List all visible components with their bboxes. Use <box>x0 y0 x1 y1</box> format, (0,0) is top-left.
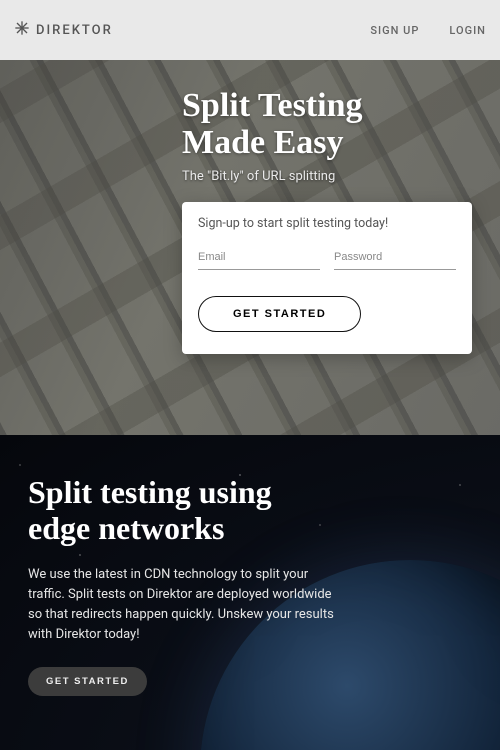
brand-name: DIREKTOR <box>36 23 113 38</box>
email-field[interactable] <box>198 247 320 270</box>
hero-title-line2: Made Easy <box>182 124 344 161</box>
edge-section: Split testing using edge networks We use… <box>0 435 500 750</box>
signup-fields <box>198 245 456 270</box>
hero-content: Split Testing Made Easy The "Bit.ly" of … <box>0 60 500 354</box>
get-started-button[interactable]: GET STARTED <box>198 296 361 332</box>
signup-card: Sign-up to start split testing today! GE… <box>182 202 472 354</box>
brand[interactable]: DIREKTOR <box>14 20 113 40</box>
edge-heading: Split testing using edge networks <box>28 475 308 547</box>
nav-right: SIGN UP LOGIN <box>370 24 486 37</box>
hero-subtitle: The "Bit.ly" of URL splitting <box>182 169 472 184</box>
email-field-wrap <box>198 245 320 270</box>
hero-title-line1: Split Testing <box>182 87 362 124</box>
hero-title: Split Testing Made Easy <box>182 88 472 161</box>
nav-login[interactable]: LOGIN <box>449 24 486 37</box>
edge-get-started-button[interactable]: GET STARTED <box>28 667 147 696</box>
hero-section: Split Testing Made Easy The "Bit.ly" of … <box>0 60 500 435</box>
nav-signup[interactable]: SIGN UP <box>370 24 419 37</box>
password-field[interactable] <box>334 247 456 270</box>
password-field-wrap <box>334 245 456 270</box>
signup-lead: Sign-up to start split testing today! <box>198 216 456 231</box>
brand-asterisk-icon <box>14 20 30 40</box>
edge-body: We use the latest in CDN technology to s… <box>28 565 338 646</box>
top-bar: DIREKTOR SIGN UP LOGIN <box>0 0 500 60</box>
